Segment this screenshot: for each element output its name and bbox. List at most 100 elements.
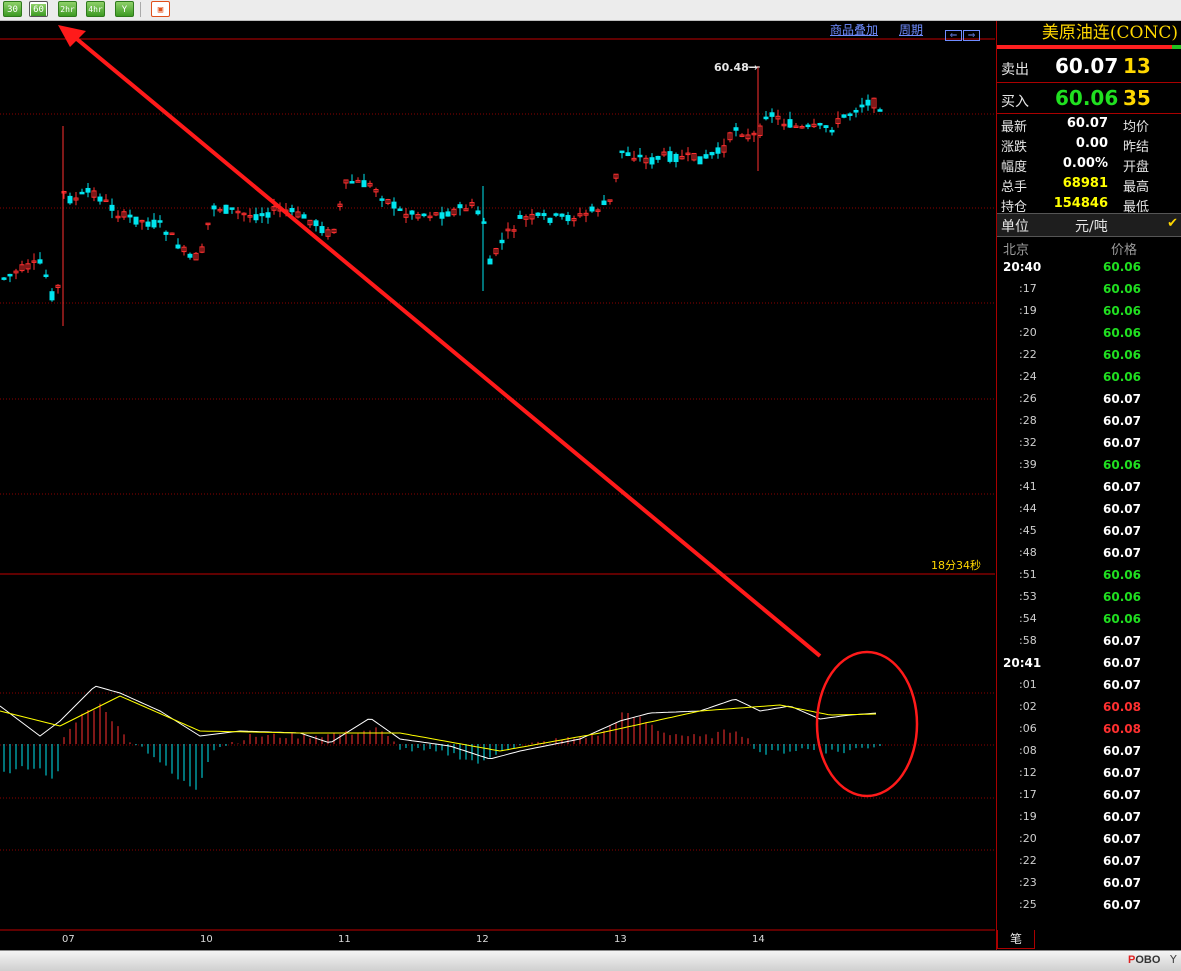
tick-price: 60.06 [1103,348,1141,362]
chart-window-icon[interactable]: ▣ [151,1,170,17]
info-value: 68981 [1062,176,1108,191]
pobo-logo: POBO [1128,954,1161,966]
tick-price: 60.06 [1103,370,1141,384]
info-value: 154846 [1053,196,1108,211]
checkmark-icon[interactable]: ✔ [1167,216,1178,231]
candle-body [133,216,139,225]
candle-body [265,212,271,218]
candle-body [829,129,835,133]
scroll-right-icon[interactable]: ⇒ [963,30,980,41]
candle-body [715,147,721,154]
candle-body [187,253,193,258]
candle-body [763,116,769,120]
period-link[interactable]: 周期 [899,22,923,38]
filter-icon[interactable]: Y [1170,953,1177,966]
tick-price: 60.07 [1103,436,1141,450]
toolbar-divider [140,2,141,17]
period-y-button[interactable]: Y [115,1,134,17]
candle-body [865,99,871,106]
tick-row: :20 60.07 [997,829,1181,851]
candle-body [175,244,181,249]
logo-rest: OBO [1135,954,1161,966]
candle-body [649,157,655,165]
tick-row: :54 60.06 [997,609,1181,631]
tick-price: 60.06 [1103,260,1141,274]
chart-nav-arrows: ⇐ ⇒ [945,23,983,41]
tick-row: :26 60.07 [997,389,1181,411]
tick-time: :53 [1019,590,1037,603]
tick-time: :08 [1019,744,1037,757]
tick-row: :17 60.07 [997,785,1181,807]
tick-row: :23 60.07 [997,873,1181,895]
candle-body [211,205,217,210]
period-2hr-button[interactable]: 2hr [58,1,77,17]
candle-body [709,152,715,156]
period-toolbar: 30 60 2hr 4hr Y ▣ [0,0,1181,21]
period-4hr-button[interactable]: 4hr [86,1,105,17]
sell-quote: 卖出 60.07 13 [997,51,1181,81]
period-30-button[interactable]: 30 [3,1,22,17]
tick-row: :53 60.06 [997,587,1181,609]
tick-price: 60.07 [1103,678,1141,692]
info-row: 总手 68981 最高 [997,174,1181,195]
tick-tab[interactable]: 笔 [997,930,1035,949]
candle-body [37,259,43,264]
tick-time: :54 [1019,612,1037,625]
tick-time: :48 [1019,546,1037,559]
tick-row: :02 60.08 [997,697,1181,719]
candle-body [847,113,853,116]
tick-price: 60.07 [1103,788,1141,802]
buy-volume: 35 [1123,86,1151,110]
info-row: 最新 60.07 均价 [997,114,1181,135]
annotation-arrow-line [70,33,822,658]
tick-price: 60.06 [1103,612,1141,626]
candle-body [541,213,547,217]
peak-price-label: 60.48→ [714,61,759,74]
tick-row: :01 60.07 [997,675,1181,697]
kline-chart[interactable] [0,21,995,950]
tick-time: :44 [1019,502,1037,515]
tick-time: :32 [1019,436,1037,449]
tick-price: 60.06 [1103,326,1141,340]
tick-row: :45 60.07 [997,521,1181,543]
candle-body [673,153,679,163]
tick-time: :51 [1019,568,1037,581]
bid-ask-ratio-bar [997,45,1181,49]
tick-time: :26 [1019,392,1037,405]
tick-row: 20:40 60.06 [997,257,1181,279]
tick-price: 60.07 [1103,414,1141,428]
candle-body [697,156,703,165]
tick-time: :17 [1019,282,1037,295]
tick-time: :02 [1019,700,1037,713]
tick-time: :17 [1019,788,1037,801]
candle-body [127,214,133,218]
candlestick-series [1,66,883,326]
period-60-button[interactable]: 60 [29,1,48,17]
scroll-left-icon[interactable]: ⇐ [945,30,962,41]
candle-body [517,214,523,219]
candle-body [619,150,625,154]
tick-price: 60.07 [1103,502,1141,516]
tick-price: 60.06 [1103,304,1141,318]
tick-row: :20 60.06 [997,323,1181,345]
candle-body [409,210,415,215]
candle-body [877,109,883,112]
overlay-link[interactable]: 商品叠加 [830,22,878,38]
candle-body [313,220,319,227]
candle-body [151,219,157,228]
candle-body [253,214,259,221]
tick-time: :58 [1019,634,1037,647]
tick-row: :51 60.06 [997,565,1181,587]
tick-price: 60.07 [1103,898,1141,912]
candle-body [439,212,445,219]
candle-body [859,104,865,108]
sell-label: 卖出 [1001,62,1029,78]
candle-body [637,154,643,158]
tick-row: :25 60.07 [997,895,1181,917]
tick-row: :12 60.07 [997,763,1181,785]
candle-body [553,213,559,216]
candle-body [667,151,673,162]
candle-body [601,200,607,206]
sell-volume: 13 [1123,54,1151,78]
info-value: 0.00% [1062,156,1108,171]
